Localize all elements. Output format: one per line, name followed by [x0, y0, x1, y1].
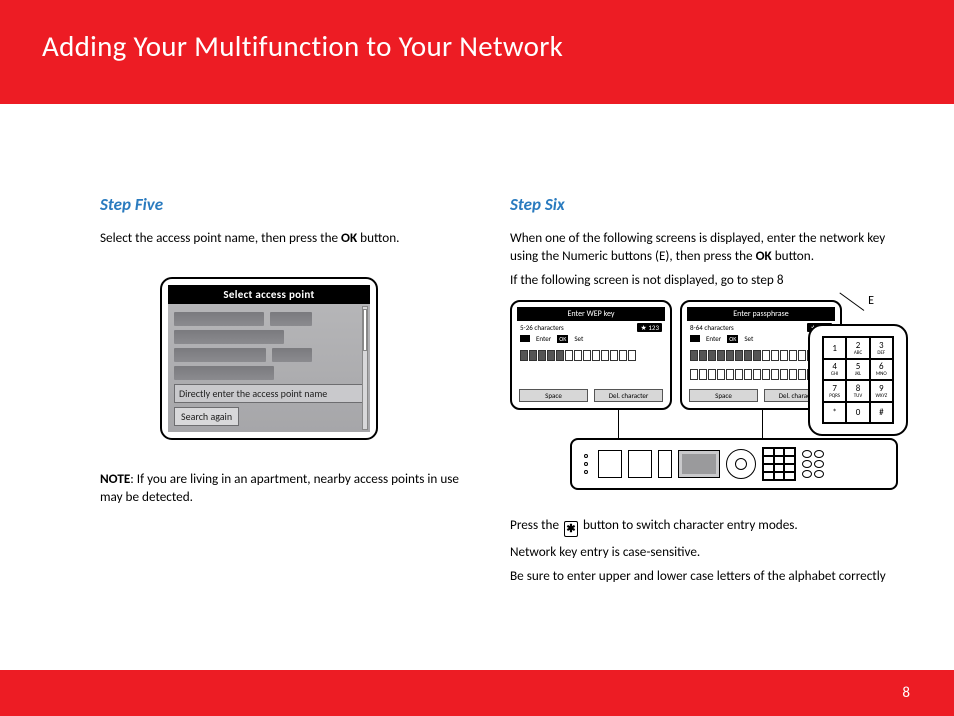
lcd5-item-blurred — [174, 312, 364, 326]
page-title: Adding Your Multifunction to Your Networ… — [42, 28, 954, 64]
callout-line — [618, 410, 619, 438]
panel-button — [628, 450, 652, 478]
panel-button — [658, 450, 672, 478]
step6-after1: Press the ✱ button to switch character e… — [510, 516, 912, 537]
step5-lcd-figure: Select access point Directly enter the a… — [160, 277, 470, 440]
lcd-enter-wep-key: Enter WEP key 5-26 characters ★ 123 Ente… — [510, 300, 672, 410]
key-hash: # — [870, 402, 893, 424]
keypad-grid-icon — [520, 335, 530, 342]
lcd1-mode-badge: ★ 123 — [637, 323, 662, 332]
step-five-instruction: Select the access point name, then press… — [100, 229, 470, 247]
blur-segment — [174, 366, 274, 380]
document-page: Adding Your Multifunction to Your Networ… — [0, 0, 954, 716]
page-number: 8 — [902, 684, 910, 702]
lcd1-space-btn: Space — [519, 389, 588, 402]
ok-icon: OK — [557, 335, 568, 343]
step6-p2: If the following screen is not displayed… — [510, 271, 912, 289]
page-header: Adding Your Multifunction to Your Networ… — [0, 0, 954, 104]
step6-p1-post: button. — [772, 247, 814, 264]
keypad-grid-icon — [690, 335, 700, 342]
lcd5-item-blurred — [174, 366, 364, 380]
key-star: * — [823, 402, 846, 424]
step6-p1-bold: OK — [756, 247, 772, 264]
lcd5-scrollbar — [362, 306, 368, 430]
step5-instr-post: button. — [357, 229, 399, 246]
lcd2-space-btn: Space — [689, 389, 758, 402]
key-0: 0 — [846, 402, 869, 424]
panel-indicator-leds — [580, 454, 592, 474]
lcd1-enter: Enter — [536, 334, 551, 343]
step6-figure: E Enter WEP key 5-26 characters ★ 123 E — [510, 300, 912, 500]
lcd1-chars: 5-26 characters — [520, 323, 564, 332]
step6-after3: Be sure to enter upper and lower case le… — [510, 567, 912, 585]
lcd2-title: Enter passphrase — [687, 307, 835, 321]
blur-segment — [270, 312, 312, 326]
lcd5-inner: Select access point Directly enter the a… — [168, 285, 370, 432]
star-button-icon: ✱ — [564, 521, 578, 537]
step6-p1-pre: When one of the following screens is dis… — [510, 229, 885, 264]
step5-note: NOTE: If you are living in an apartment,… — [100, 470, 470, 506]
step-five-column: Step Five Select the access point name, … — [100, 194, 470, 591]
lcd2-enter: Enter — [706, 334, 721, 343]
lcd5-title: Select access point — [168, 285, 370, 304]
lcd5-search-again: Search again — [174, 407, 239, 426]
after1-pre: Press the — [510, 516, 562, 533]
blur-segment — [272, 348, 312, 362]
lcd2-chars: 8-64 characters — [690, 323, 734, 332]
lcd1-mode: 123 — [648, 323, 659, 332]
callout-e-label: E — [868, 294, 874, 308]
key-6: 6MNO — [870, 359, 893, 381]
lcd5-item-blurred — [174, 348, 364, 362]
panel-keypad-icon — [762, 447, 796, 481]
key-7: 7PQRS — [823, 380, 846, 402]
lcd5-body: Directly enter the access point name Sea… — [168, 304, 370, 432]
lcd1-input-row — [520, 350, 662, 361]
step6-after2: Network key entry is case-sensitive. — [510, 543, 912, 561]
lcd5-directly-enter: Directly enter the access point name — [174, 384, 364, 403]
step5-instr-bold: OK — [341, 229, 357, 246]
note-text: : If you are living in an apartment, nea… — [100, 470, 459, 505]
printer-control-panel — [570, 438, 898, 490]
page-footer: 8 — [0, 670, 954, 716]
key-3: 3DEF — [870, 337, 893, 359]
step6-p1: When one of the following screens is dis… — [510, 229, 912, 265]
panel-lcd-icon — [678, 450, 720, 478]
lcd1-title: Enter WEP key — [517, 307, 665, 321]
content-area: Step Five Select the access point name, … — [0, 104, 954, 591]
note-label: NOTE — [100, 470, 130, 487]
panel-nav-wheel-icon — [726, 449, 756, 479]
key-9: 9WXYZ — [870, 380, 893, 402]
numeric-keypad: 1 2ABC 3DEF 4GHI 5JKL 6MNO 7PQRS 8TUV 9W… — [808, 324, 908, 436]
step-six-column: Step Six When one of the following scree… — [510, 194, 912, 591]
lcd5-item-blurred — [174, 330, 364, 344]
blur-segment — [174, 312, 264, 326]
blur-segment — [174, 330, 284, 344]
step5-instr-pre: Select the access point name, then press… — [100, 229, 341, 246]
after1-post: button to switch character entry modes. — [580, 516, 798, 533]
key-4: 4GHI — [823, 359, 846, 381]
step-six-heading: Step Six — [510, 194, 912, 215]
key-1: 1 — [823, 337, 846, 359]
panel-oval-buttons — [802, 450, 824, 478]
ok-icon: OK — [727, 335, 738, 343]
key-5: 5JKL — [846, 359, 869, 381]
blur-segment — [174, 348, 266, 362]
lcd-select-access-point: Select access point Directly enter the a… — [160, 277, 378, 440]
key-2: 2ABC — [846, 337, 869, 359]
lcd1-del-btn: Del. character — [594, 389, 663, 402]
panel-button — [598, 450, 622, 478]
callout-line — [762, 410, 763, 438]
lcd2-set: Set — [744, 334, 753, 343]
lcd1-set: Set — [574, 334, 583, 343]
key-8: 8TUV — [846, 380, 869, 402]
step-five-heading: Step Five — [100, 194, 470, 215]
